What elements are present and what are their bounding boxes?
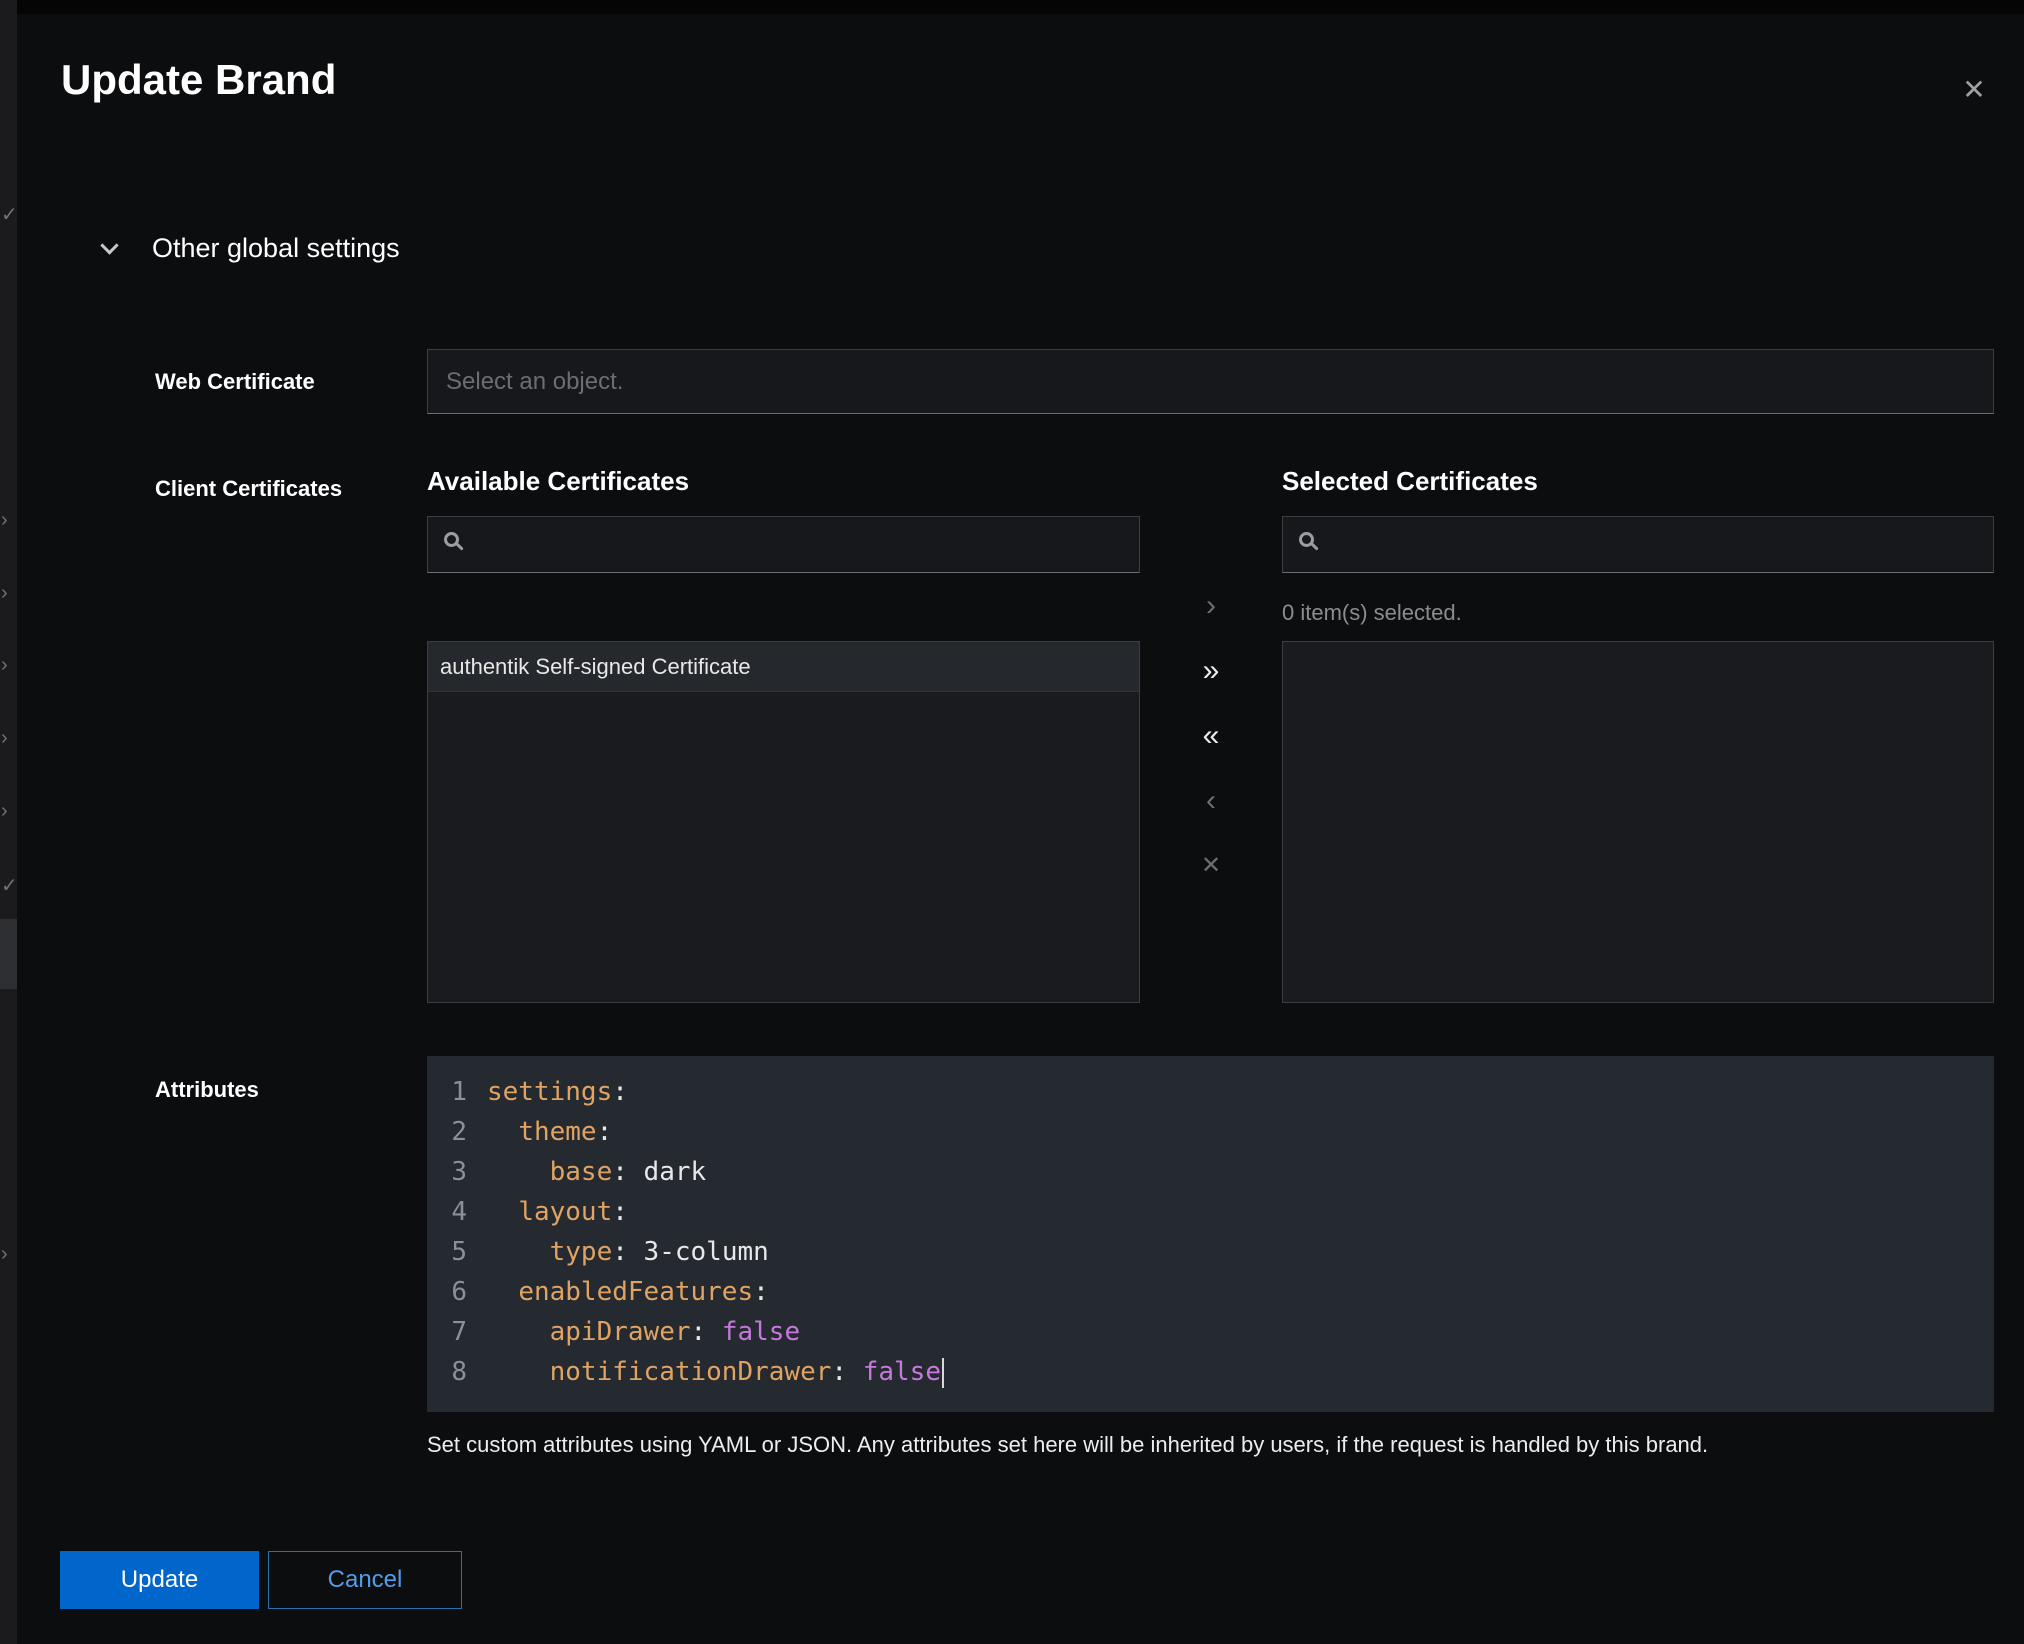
section-label: Other global settings bbox=[152, 233, 400, 264]
line-content: layout: bbox=[467, 1192, 628, 1232]
available-certificates-search bbox=[427, 516, 1140, 573]
code-line[interactable]: 2 theme: bbox=[427, 1112, 1994, 1152]
other-global-settings-toggle[interactable]: Other global settings bbox=[103, 228, 400, 268]
code-line[interactable]: 3 base: dark bbox=[427, 1152, 1994, 1192]
chevron-right-icon: › bbox=[1, 510, 8, 530]
update-button[interactable]: Update bbox=[60, 1551, 259, 1609]
selected-certificates-search bbox=[1282, 516, 1994, 573]
web-certificate-label: Web Certificate bbox=[155, 369, 315, 395]
chevron-right-icon: › bbox=[1, 1244, 8, 1264]
remove-selected-button[interactable]: ‹ bbox=[1193, 781, 1229, 821]
text-cursor bbox=[942, 1358, 944, 1388]
check-icon: ✓ bbox=[1, 205, 17, 225]
chevron-right-icon: › bbox=[1, 728, 8, 748]
code-line[interactable]: 1settings: bbox=[427, 1072, 1994, 1112]
code-line[interactable]: 7 apiDrawer: false bbox=[427, 1312, 1994, 1352]
background-sidebar-active-item bbox=[0, 919, 17, 989]
add-all-button[interactable]: » bbox=[1193, 651, 1229, 691]
line-content: settings: bbox=[467, 1072, 628, 1112]
chevron-right-icon: › bbox=[1, 583, 8, 603]
attributes-label: Attributes bbox=[155, 1077, 259, 1103]
line-number: 2 bbox=[427, 1112, 467, 1152]
line-content: apiDrawer: false bbox=[467, 1312, 800, 1352]
code-line[interactable]: 4 layout: bbox=[427, 1192, 1994, 1232]
available-certificates-header: Available Certificates bbox=[427, 466, 689, 497]
code-line[interactable]: 5 type: 3-column bbox=[427, 1232, 1994, 1272]
attributes-help-text: Set custom attributes using YAML or JSON… bbox=[427, 1432, 1987, 1458]
selected-certificates-search-input[interactable] bbox=[1282, 516, 1994, 573]
attributes-code-lines: 1settings:2 theme:3 base: dark4 layout:5… bbox=[427, 1072, 1994, 1392]
background-sidebar: ✓ › › › › › ✓ › bbox=[0, 0, 17, 1644]
available-certificate-item[interactable]: authentik Self-signed Certificate bbox=[428, 642, 1139, 692]
available-certificates-search-input[interactable] bbox=[427, 516, 1140, 573]
modal-title: Update Brand bbox=[61, 56, 336, 104]
close-icon[interactable]: ✕ bbox=[1954, 70, 1994, 110]
line-content: base: dark bbox=[467, 1152, 706, 1192]
code-line[interactable]: 6 enabledFeatures: bbox=[427, 1272, 1994, 1312]
code-line[interactable]: 8 notificationDrawer: false bbox=[427, 1352, 1994, 1392]
search-icon bbox=[1299, 532, 1314, 547]
line-content: theme: bbox=[467, 1112, 612, 1152]
remove-all-button[interactable]: « bbox=[1193, 716, 1229, 756]
client-certificates-label: Client Certificates bbox=[155, 476, 342, 502]
chevron-down-icon bbox=[100, 236, 118, 254]
add-selected-button[interactable]: › bbox=[1193, 586, 1229, 626]
line-number: 6 bbox=[427, 1272, 467, 1312]
selected-certificates-list[interactable] bbox=[1282, 641, 1994, 1003]
line-number: 1 bbox=[427, 1072, 467, 1112]
chevron-right-icon: › bbox=[1, 655, 8, 675]
line-number: 5 bbox=[427, 1232, 467, 1272]
line-content: enabledFeatures: bbox=[467, 1272, 769, 1312]
selected-status: 0 item(s) selected. bbox=[1282, 600, 1462, 626]
line-content: notificationDrawer: false bbox=[467, 1352, 944, 1392]
chevron-right-icon: › bbox=[1, 801, 8, 821]
clear-button[interactable]: ✕ bbox=[1193, 846, 1229, 886]
search-icon bbox=[444, 532, 459, 547]
available-certificates-list[interactable]: authentik Self-signed Certificate bbox=[427, 641, 1140, 1003]
update-brand-modal: Update Brand ✕ Other global settings Web… bbox=[17, 14, 2024, 1644]
line-number: 3 bbox=[427, 1152, 467, 1192]
cancel-button[interactable]: Cancel bbox=[268, 1551, 462, 1609]
web-certificate-input[interactable] bbox=[427, 349, 1994, 414]
line-number: 7 bbox=[427, 1312, 467, 1352]
line-number: 8 bbox=[427, 1352, 467, 1392]
selected-certificates-header: Selected Certificates bbox=[1282, 466, 1538, 497]
attributes-editor[interactable]: 1settings:2 theme:3 base: dark4 layout:5… bbox=[427, 1056, 1994, 1412]
check-icon: ✓ bbox=[1, 876, 17, 896]
line-content: type: 3-column bbox=[467, 1232, 769, 1272]
line-number: 4 bbox=[427, 1192, 467, 1232]
